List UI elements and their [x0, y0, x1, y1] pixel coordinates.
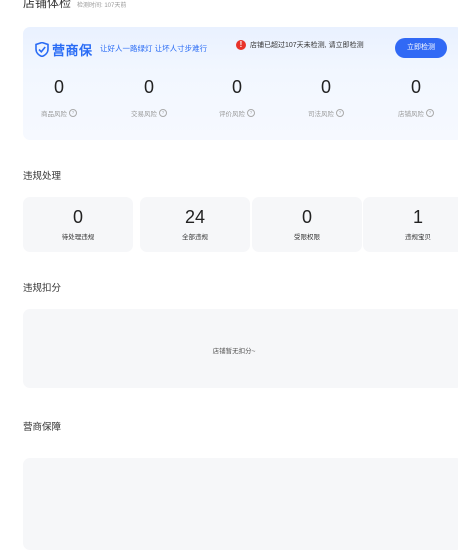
violation-card-pending[interactable]: 0 待处理违规 — [23, 197, 133, 252]
violation-card-all[interactable]: 24 全部违规 — [140, 197, 250, 252]
brand-logo: 营商保 — [35, 40, 93, 59]
shield-check-icon — [35, 42, 49, 57]
violation-label: 受限权限 — [294, 234, 320, 241]
risk-item-trade[interactable]: 0 交易风险? — [114, 76, 184, 118]
risk-value: 0 — [320, 77, 331, 97]
empty-deduction-text: 店铺暂无扣分~ — [212, 348, 256, 355]
risk-label: 评价风险 — [219, 111, 245, 118]
violation-value: 1 — [412, 207, 423, 227]
violation-value: 24 — [184, 207, 206, 227]
check-now-button[interactable]: 立即检测 — [395, 38, 447, 58]
question-icon[interactable]: ? — [247, 109, 255, 117]
brand-name: 营商保 — [52, 43, 93, 58]
page-title: 店铺体检 — [23, 0, 72, 10]
risk-label: 交易风险 — [131, 111, 157, 118]
warning-text: 店铺已超过107天未检测, 请立即检测 — [250, 42, 364, 49]
risk-label: 司法风险 — [308, 111, 334, 118]
inspection-warning: ! 店铺已超过107天未检测, 请立即检测 — [236, 40, 364, 50]
violations-section-title: 违规处理 — [23, 171, 62, 182]
question-icon[interactable]: ? — [336, 109, 344, 117]
violation-value: 0 — [301, 207, 312, 227]
store-checkup-card: 营商保 让好人一路绿灯 让坏人寸步难行 ! 店铺已超过107天未检测, 请立即检… — [23, 27, 458, 140]
page-header: 店铺体检 检测时间: 107天前 — [23, 0, 126, 11]
guarantee-panel — [23, 458, 458, 550]
question-icon[interactable]: ? — [69, 109, 77, 117]
risk-value: 0 — [231, 77, 242, 97]
violation-card-items[interactable]: 1 违规宝贝 — [363, 197, 458, 252]
check-time: 检测时间: 107天前 — [77, 3, 127, 9]
violation-label: 待处理违规 — [61, 234, 95, 241]
deduction-panel: 店铺暂无扣分~ — [23, 309, 458, 388]
risk-value: 0 — [410, 77, 421, 97]
violation-label: 违规宝贝 — [405, 234, 431, 241]
risk-item-review[interactable]: 0 评价风险? — [202, 76, 272, 118]
violation-label: 全部违规 — [182, 234, 208, 241]
risk-label: 店铺风险 — [398, 111, 424, 118]
risk-value: 0 — [143, 77, 154, 97]
question-icon[interactable]: ? — [159, 109, 167, 117]
violation-value: 0 — [72, 207, 83, 227]
violation-card-restricted[interactable]: 0 受限权限 — [252, 197, 362, 252]
alert-icon: ! — [236, 40, 246, 50]
risk-label: 商品风险 — [41, 111, 67, 118]
risk-item-judicial[interactable]: 0 司法风险? — [291, 76, 361, 118]
question-icon[interactable]: ? — [426, 109, 434, 117]
risk-item-store[interactable]: 0 店铺风险? — [381, 76, 451, 118]
risk-value: 0 — [53, 77, 64, 97]
guarantee-section-title: 营商保障 — [23, 422, 62, 433]
risk-item-product[interactable]: 0 商品风险? — [24, 76, 94, 118]
brand-slogan: 让好人一路绿灯 让坏人寸步难行 — [100, 44, 208, 53]
deduction-section-title: 违规扣分 — [23, 283, 62, 294]
